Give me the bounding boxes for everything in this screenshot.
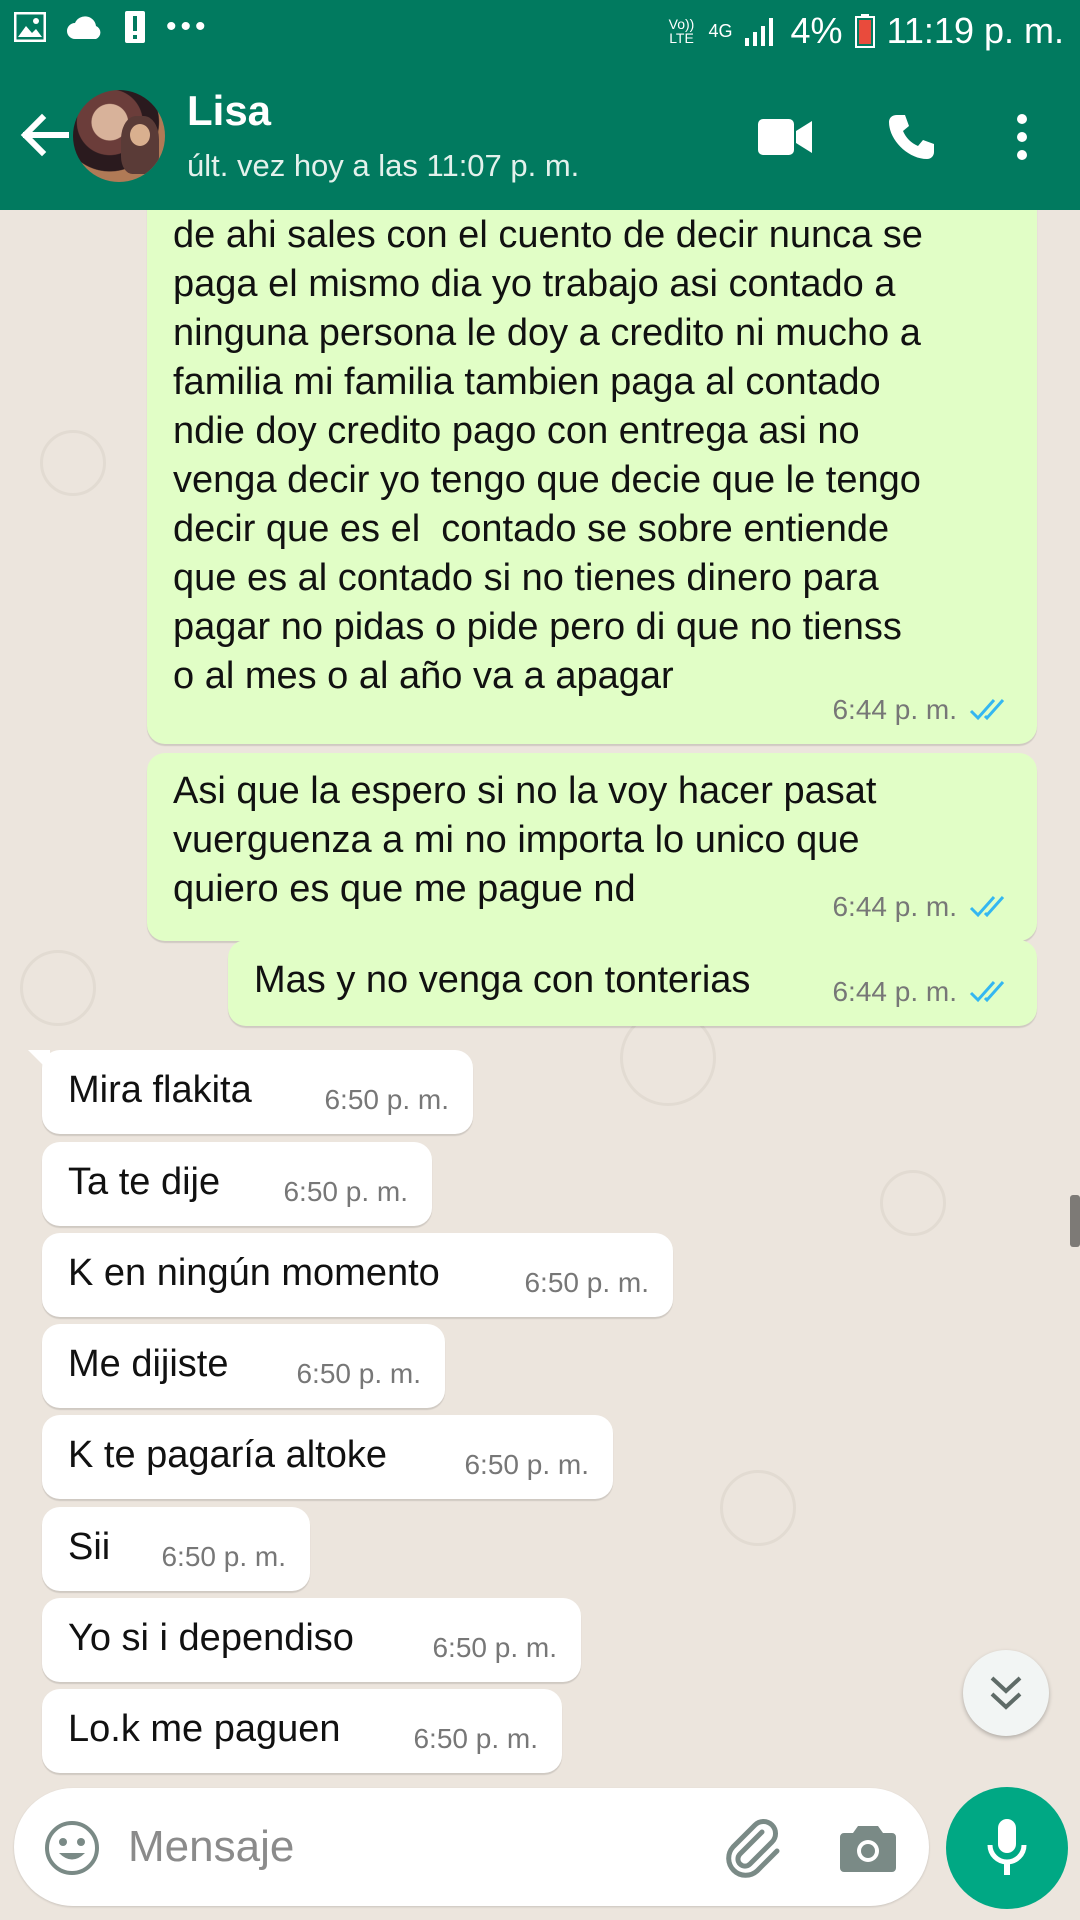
message-time: 6:50 p. m. xyxy=(524,1267,649,1298)
battery-icon xyxy=(854,14,875,48)
message-text: K en ningún momento xyxy=(68,1252,440,1294)
message-time: 6:44 p. m. xyxy=(832,694,957,725)
read-ticks-icon xyxy=(969,980,1005,1002)
volte-indicator: Vo)) LTE xyxy=(668,16,695,46)
status-bar: ••• Vo)) LTE 4G 4% 11:19 p. m. xyxy=(0,0,1080,63)
message-text: Asi que la espero si no la voy hacer pas… xyxy=(173,770,877,910)
message-text: K te pagaría altoke xyxy=(68,1434,387,1476)
contact-name[interactable]: Lisa xyxy=(187,87,271,135)
message-text: Me dijiste xyxy=(68,1343,229,1385)
camera-icon[interactable] xyxy=(840,1822,896,1872)
image-icon xyxy=(14,12,46,42)
message-meta: 6:50 p. m. xyxy=(283,1167,408,1216)
incoming-message[interactable]: Sii 6:50 p. m. xyxy=(42,1507,310,1591)
microphone-icon xyxy=(987,1819,1027,1875)
phone-call-icon[interactable] xyxy=(887,113,935,161)
attach-icon[interactable] xyxy=(722,1818,782,1878)
incoming-message[interactable]: K en ningún momento 6:50 p. m. xyxy=(42,1233,673,1317)
clock: 11:19 p. m. xyxy=(886,10,1064,51)
chat-area[interactable]: me dijo en mi casa te doy vienes a cobra… xyxy=(0,210,1080,1790)
message-time: 6:50 p. m. xyxy=(283,1176,408,1207)
last-seen: últ. vez hoy a las 11:07 p. m. xyxy=(187,148,580,183)
avatar[interactable] xyxy=(73,90,165,182)
message-text: Lo.k me paguen xyxy=(68,1708,341,1750)
outgoing-message[interactable]: Asi que la espero si no la voy hacer pas… xyxy=(147,753,1037,941)
incoming-message[interactable]: Mira flakita 6:50 p. m. xyxy=(28,1050,473,1134)
more-notifications-icon: ••• xyxy=(166,10,210,43)
message-time: 6:50 p. m. xyxy=(161,1541,286,1572)
message-time: 6:50 p. m. xyxy=(464,1449,589,1480)
battery-percent: 4% xyxy=(790,10,843,51)
video-call-icon[interactable] xyxy=(758,119,812,155)
message-time: 6:50 p. m. xyxy=(296,1358,421,1389)
incoming-message[interactable]: Ta te dije 6:50 p. m. xyxy=(42,1142,432,1226)
incoming-message[interactable]: Yo si i dependiso 6:50 p. m. xyxy=(42,1598,581,1682)
outgoing-message[interactable]: Mas y no venga con tonterias 6:44 p. m. xyxy=(228,940,1037,1026)
network-type: 4G xyxy=(708,20,733,41)
incoming-message[interactable]: Lo.k me paguen 6:50 p. m. xyxy=(42,1689,562,1773)
overflow-menu-icon[interactable] xyxy=(1012,113,1032,161)
bubble-tail xyxy=(28,1050,50,1072)
message-meta: 6:44 p. m. xyxy=(832,967,1013,1016)
scroll-to-bottom-button[interactable] xyxy=(963,1650,1049,1736)
message-meta: 6:50 p. m. xyxy=(324,1075,449,1124)
cloud-icon xyxy=(67,16,101,39)
incoming-message[interactable]: Me dijiste 6:50 p. m. xyxy=(42,1324,445,1408)
message-text: Yo si i dependiso xyxy=(68,1617,354,1659)
message-text: Mas y no venga con tonterias xyxy=(254,959,751,1001)
message-time: 6:50 p. m. xyxy=(413,1723,538,1754)
message-meta: 6:50 p. m. xyxy=(413,1714,538,1763)
message-time: 6:44 p. m. xyxy=(832,976,957,1007)
double-chevron-down-icon xyxy=(990,1676,1022,1710)
back-arrow-icon[interactable] xyxy=(18,109,70,161)
signal-icon xyxy=(744,18,773,46)
message-meta: 6:50 p. m. xyxy=(161,1532,286,1581)
message-text: me dijo en mi casa te doy vienes a cobra… xyxy=(173,214,923,697)
message-meta: 6:44 p. m. xyxy=(832,685,1013,734)
message-meta: 6:50 p. m. xyxy=(296,1349,421,1398)
message-text: Sii xyxy=(68,1526,111,1568)
message-text: Ta te dije xyxy=(68,1161,221,1203)
message-time: 6:50 p. m. xyxy=(324,1084,449,1115)
message-text: Mira flakita xyxy=(68,1069,252,1111)
read-ticks-icon xyxy=(969,698,1005,720)
message-meta: 6:50 p. m. xyxy=(432,1623,557,1672)
message-composer[interactable]: Mensaje xyxy=(14,1788,929,1906)
message-input[interactable]: Mensaje xyxy=(128,1822,294,1872)
emoji-icon[interactable] xyxy=(44,1820,100,1876)
chat-header: Lisa últ. vez hoy a las 11:07 p. m. xyxy=(0,63,1080,210)
message-meta: 6:44 p. m. xyxy=(832,882,1013,931)
message-meta: 6:50 p. m. xyxy=(524,1258,649,1307)
voice-message-button[interactable] xyxy=(946,1787,1068,1909)
alert-icon xyxy=(125,11,145,43)
message-time: 6:44 p. m. xyxy=(832,891,957,922)
outgoing-message[interactable]: me dijo en mi casa te doy vienes a cobra… xyxy=(147,210,1037,744)
scrollbar-thumb[interactable] xyxy=(1070,1195,1080,1247)
incoming-message[interactable]: K te pagaría altoke 6:50 p. m. xyxy=(42,1415,613,1499)
read-ticks-icon xyxy=(969,895,1005,917)
message-time: 6:50 p. m. xyxy=(432,1632,557,1663)
message-meta: 6:50 p. m. xyxy=(464,1440,589,1489)
